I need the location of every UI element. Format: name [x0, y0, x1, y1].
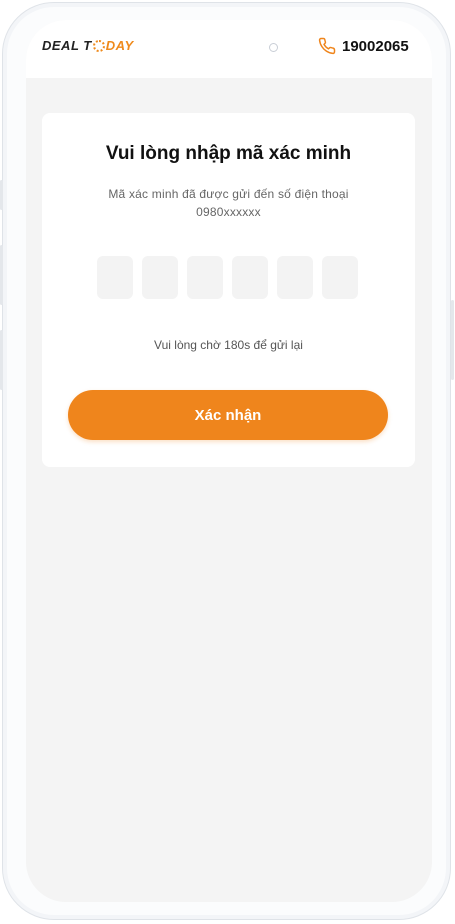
logo-text-day: DAY — [105, 38, 134, 53]
screen: DEAL T DAY 19002065 Vui lòng nhập mã xác… — [26, 20, 432, 902]
phone-icon — [318, 37, 336, 55]
masked-phone-number: 0980xxxxxx — [196, 205, 261, 219]
dealtoday-logo[interactable]: DEAL T DAY — [42, 38, 134, 53]
otp-digit-3[interactable] — [187, 256, 223, 299]
verification-card: Vui lòng nhập mã xác minh Mã xác minh đã… — [42, 113, 415, 467]
hotline-link[interactable]: 19002065 — [318, 37, 409, 55]
resend-countdown: Vui lòng chờ 180s để gửi lại — [154, 338, 303, 352]
otp-digit-5[interactable] — [277, 256, 313, 299]
side-button — [0, 180, 3, 210]
verification-subtitle: Mã xác minh đã được gửi đến số điện thoạ… — [72, 185, 385, 221]
otp-digit-1[interactable] — [97, 256, 133, 299]
confirm-button[interactable]: Xác nhận — [68, 390, 388, 440]
logo-text-deal: DEAL T — [42, 38, 92, 53]
side-button — [0, 330, 3, 390]
logo-gear-icon — [92, 39, 105, 52]
otp-digit-6[interactable] — [322, 256, 358, 299]
side-button — [0, 245, 3, 305]
otp-digit-4[interactable] — [232, 256, 268, 299]
otp-digit-2[interactable] — [142, 256, 178, 299]
camera-icon — [269, 43, 278, 52]
otp-input-row — [97, 256, 358, 299]
header: DEAL T DAY 19002065 — [26, 20, 432, 78]
page-title: Vui lòng nhập mã xác minh — [105, 143, 352, 164]
side-button — [451, 300, 454, 380]
hotline-number: 19002065 — [342, 37, 409, 55]
subtitle-line: Mã xác minh đã được gửi đến số điện thoạ… — [108, 187, 349, 201]
